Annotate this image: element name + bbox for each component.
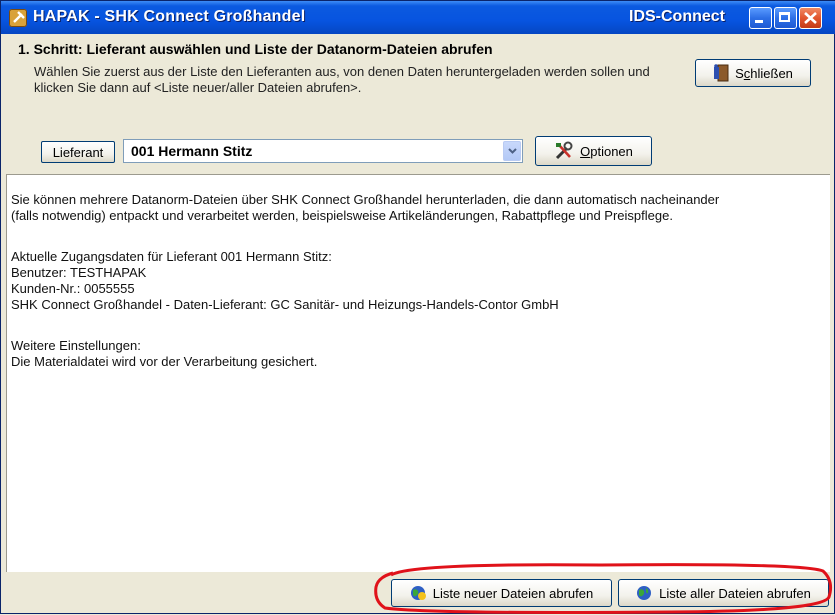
access-heading: Aktuelle Zugangsdaten für Lieferant 001 … xyxy=(11,249,332,264)
door-exit-icon xyxy=(713,64,729,82)
intro-line: (falls notwendig) entpackt und verarbeit… xyxy=(11,208,673,223)
supplier-button[interactable]: Lieferant xyxy=(41,141,115,163)
access-data: Aktuelle Zugangsdaten für Lieferant 001 … xyxy=(11,249,559,313)
info-panel: Sie können mehrere Datanorm-Dateien über… xyxy=(6,174,830,572)
close-icon[interactable] xyxy=(799,7,822,29)
red-highlight-annotation xyxy=(374,563,832,614)
maximize-icon[interactable] xyxy=(774,7,797,29)
supplier-select[interactable]: 001 Hermann Stitz xyxy=(123,139,523,163)
access-user: Benutzer: TESTHAPAK xyxy=(11,265,147,280)
close-button-label: Schließen xyxy=(735,65,793,81)
close-button[interactable]: Schließen xyxy=(695,59,811,87)
settings-heading: Weitere Einstellungen: xyxy=(11,338,141,353)
access-customer-no: Kunden-Nr.: 0055555 xyxy=(11,281,135,296)
intro-line: Sie können mehrere Datanorm-Dateien über… xyxy=(11,192,720,207)
window-subtitle: IDS-Connect xyxy=(629,8,725,25)
dialog-window: HAPAK - SHK Connect Großhandel IDS-Conne… xyxy=(0,0,835,614)
step-title: 1. Schritt: Lieferant auswählen und List… xyxy=(18,41,493,57)
minimize-icon[interactable] xyxy=(749,7,772,29)
tools-icon xyxy=(554,141,574,161)
app-logo-icon xyxy=(9,9,27,27)
settings-line: Die Materialdatei wird vor der Verarbeit… xyxy=(11,354,318,369)
supplier-select-value: 001 Hermann Stitz xyxy=(131,143,253,159)
access-provider: SHK Connect Großhandel - Daten-Lieferant… xyxy=(11,297,559,312)
chevron-down-icon[interactable] xyxy=(503,141,521,161)
intro-text: Sie können mehrere Datanorm-Dateien über… xyxy=(11,192,719,224)
options-button[interactable]: Optionen xyxy=(535,136,652,166)
step-description: Wählen Sie zuerst aus der Liste den Lief… xyxy=(34,64,650,95)
window-title: HAPAK - SHK Connect Großhandel xyxy=(33,8,306,25)
options-button-label: Optionen xyxy=(580,143,633,159)
settings-text: Weitere Einstellungen: Die Materialdatei… xyxy=(11,338,317,370)
title-bar[interactable]: HAPAK - SHK Connect Großhandel IDS-Conne… xyxy=(1,1,835,34)
